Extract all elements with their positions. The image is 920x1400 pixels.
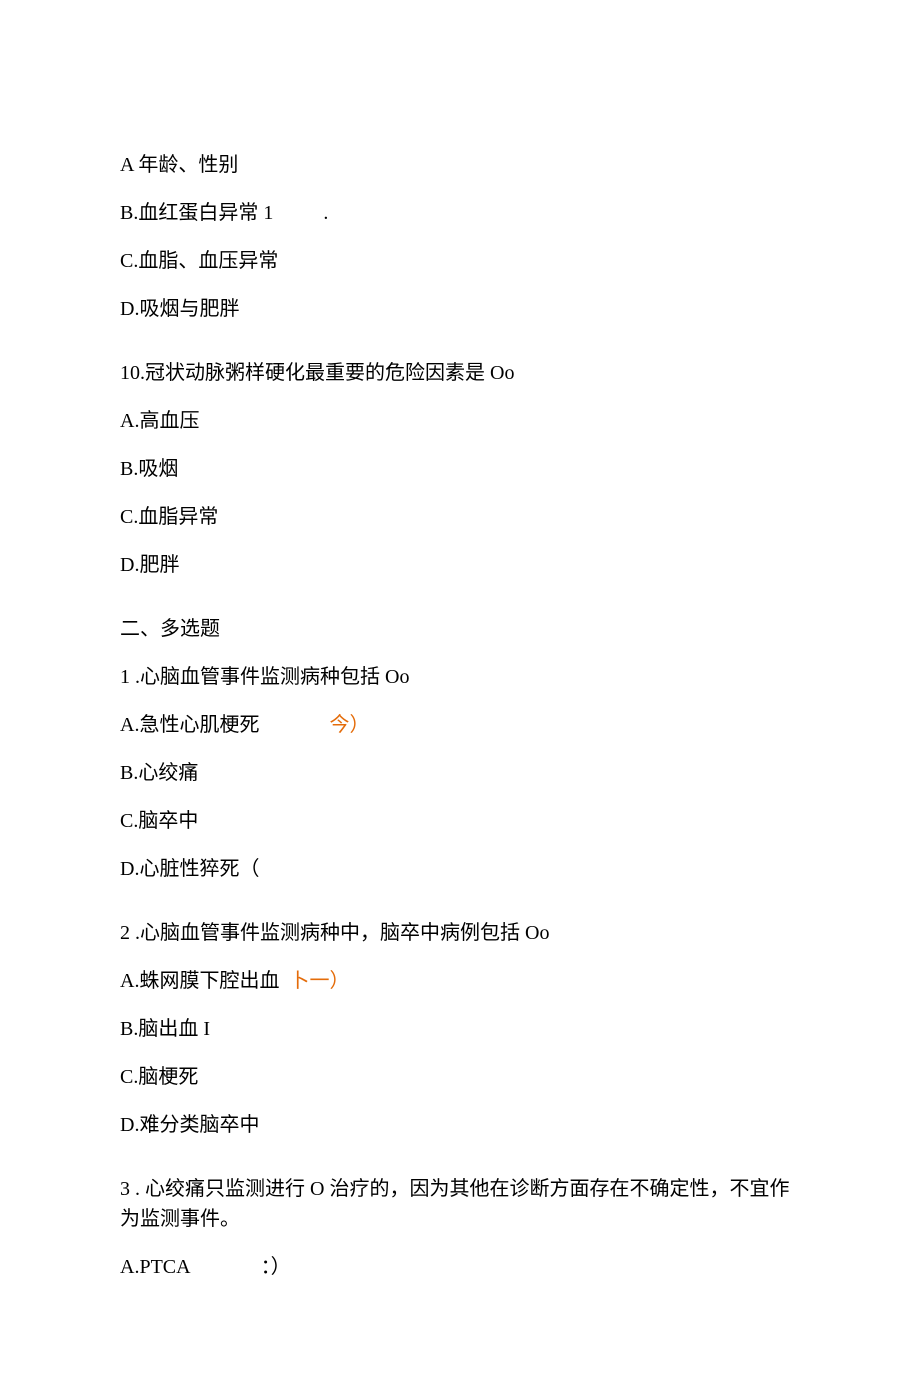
q10-stem: 10.冠状动脉粥样硬化最重要的危险因素是 Oo bbox=[120, 358, 800, 388]
option-d: D.吸烟与肥胖 bbox=[120, 294, 800, 324]
option-b-text: B.血红蛋白异常 1 bbox=[120, 202, 273, 224]
option-a: A 年龄、性别 bbox=[120, 150, 800, 180]
section-2-heading: 二、多选题 bbox=[120, 614, 800, 644]
document-page: A 年龄、性别 B.血红蛋白异常 1. C.血脂、血压异常 D.吸烟与肥胖 10… bbox=[0, 0, 920, 1400]
m1-option-a-text: A.急性心肌梗死 bbox=[120, 714, 259, 736]
m2-option-a: A.蛛网膜下腔出血卜一） bbox=[120, 966, 800, 996]
option-c: C.血脂、血压异常 bbox=[120, 246, 800, 276]
q10-option-b: B.吸烟 bbox=[120, 454, 800, 484]
m2-stem: 2 .心脑血管事件监测病种中，脑卒中病例包括 Oo bbox=[120, 918, 800, 948]
m1-option-c: C.脑卒中 bbox=[120, 806, 800, 836]
m2-option-b: B.脑出血 I bbox=[120, 1014, 800, 1044]
m1-stem: 1 .心脑血管事件监测病种包括 Oo bbox=[120, 662, 800, 692]
q10-option-a: A.高血压 bbox=[120, 406, 800, 436]
option-b-dot: . bbox=[323, 202, 328, 224]
m2-option-c: C.脑梗死 bbox=[120, 1062, 800, 1092]
m1-option-a-annotation: 今） bbox=[329, 714, 369, 736]
m2-option-a-text: A.蛛网膜下腔出血 bbox=[120, 970, 279, 992]
m3-option-a-text: A.PTCA bbox=[120, 1256, 191, 1278]
q10-option-c: C.血脂异常 bbox=[120, 502, 800, 532]
option-b: B.血红蛋白异常 1. bbox=[120, 198, 800, 228]
m3-stem: 3 . 心绞痛只监测进行 O 治疗的，因为其他在诊断方面存在不确定性，不宜作为监… bbox=[120, 1174, 800, 1234]
m1-option-d: D.心脏性猝死（ bbox=[120, 854, 800, 884]
m2-option-d: D.难分类脑卒中 bbox=[120, 1110, 800, 1140]
m2-option-a-annotation: 卜一） bbox=[289, 970, 349, 992]
m3-option-a-annotation: ：） bbox=[261, 1256, 291, 1278]
q10-option-d: D.肥胖 bbox=[120, 550, 800, 580]
m1-option-a: A.急性心肌梗死 今） bbox=[120, 710, 800, 740]
m1-option-b: B.心绞痛 bbox=[120, 758, 800, 788]
m3-option-a: A.PTCA ：） bbox=[120, 1252, 800, 1282]
